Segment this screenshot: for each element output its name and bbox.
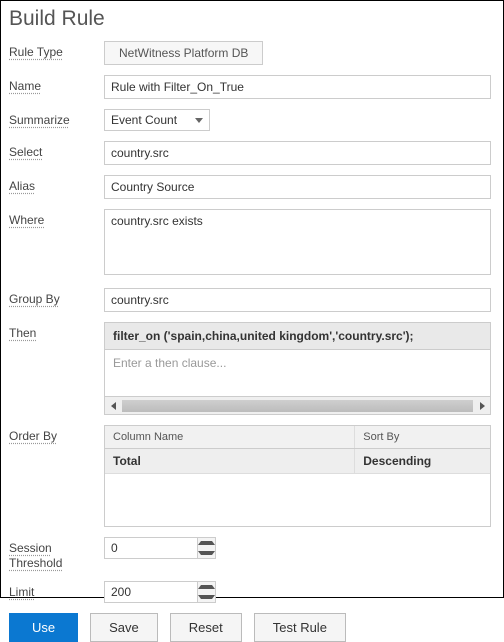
stepper-up-icon[interactable]: [198, 582, 215, 592]
where-textarea[interactable]: country.src exists: [104, 209, 491, 275]
label-select: Select: [9, 141, 104, 159]
orderby-row[interactable]: Total Descending: [105, 449, 490, 474]
label-where: Where: [9, 209, 104, 227]
scroll-track[interactable]: [122, 400, 473, 412]
orderby-sort-value: Descending: [355, 449, 490, 473]
orderby-table: Column Name Sort By Total Descending: [104, 425, 491, 527]
label-orderby: Order By: [9, 425, 104, 443]
label-groupby: Group By: [9, 288, 104, 306]
orderby-body: [105, 474, 490, 526]
label-alias: Alias: [9, 175, 104, 193]
summarize-value: Event Count: [111, 113, 195, 127]
orderby-col-header[interactable]: Column Name: [105, 426, 355, 448]
page-title: Build Rule: [9, 7, 491, 31]
then-filter-row[interactable]: filter_on ('spain,china,united kingdom',…: [105, 323, 490, 350]
test-rule-button[interactable]: Test Rule: [254, 613, 346, 642]
groupby-input[interactable]: [104, 288, 491, 312]
name-input[interactable]: [104, 75, 491, 99]
orderby-header: Column Name Sort By: [105, 426, 490, 449]
stepper-up-icon[interactable]: [198, 538, 215, 548]
chevron-down-icon: [195, 118, 203, 123]
limit-stepper[interactable]: [104, 581, 216, 603]
use-button[interactable]: Use: [9, 613, 78, 642]
select-input[interactable]: [104, 141, 491, 165]
scroll-right-icon[interactable]: [474, 397, 490, 414]
then-clause-input[interactable]: Enter a then clause...: [105, 350, 490, 396]
label-summarize: Summarize: [9, 109, 104, 127]
label-then: Then: [9, 322, 104, 340]
then-scrollbar[interactable]: [105, 396, 490, 414]
label-session-threshold: Session Threshold: [9, 537, 104, 571]
limit-input[interactable]: [105, 582, 197, 602]
session-threshold-input[interactable]: [105, 538, 197, 558]
label-name: Name: [9, 75, 104, 93]
stepper-down-icon[interactable]: [198, 548, 215, 558]
scroll-left-icon[interactable]: [105, 397, 121, 414]
label-limit: Limit: [9, 581, 104, 599]
reset-button[interactable]: Reset: [170, 613, 242, 642]
label-ruletype: Rule Type: [9, 41, 104, 59]
save-button[interactable]: Save: [90, 613, 158, 642]
ruletype-value: NetWitness Platform DB: [104, 41, 263, 65]
summarize-select[interactable]: Event Count: [104, 109, 210, 131]
session-threshold-stepper[interactable]: [104, 537, 216, 559]
orderby-sort-header[interactable]: Sort By: [355, 426, 490, 448]
stepper-down-icon[interactable]: [198, 592, 215, 602]
orderby-col-value: Total: [105, 449, 355, 473]
then-box: filter_on ('spain,china,united kingdom',…: [104, 322, 491, 415]
alias-input[interactable]: [104, 175, 491, 199]
